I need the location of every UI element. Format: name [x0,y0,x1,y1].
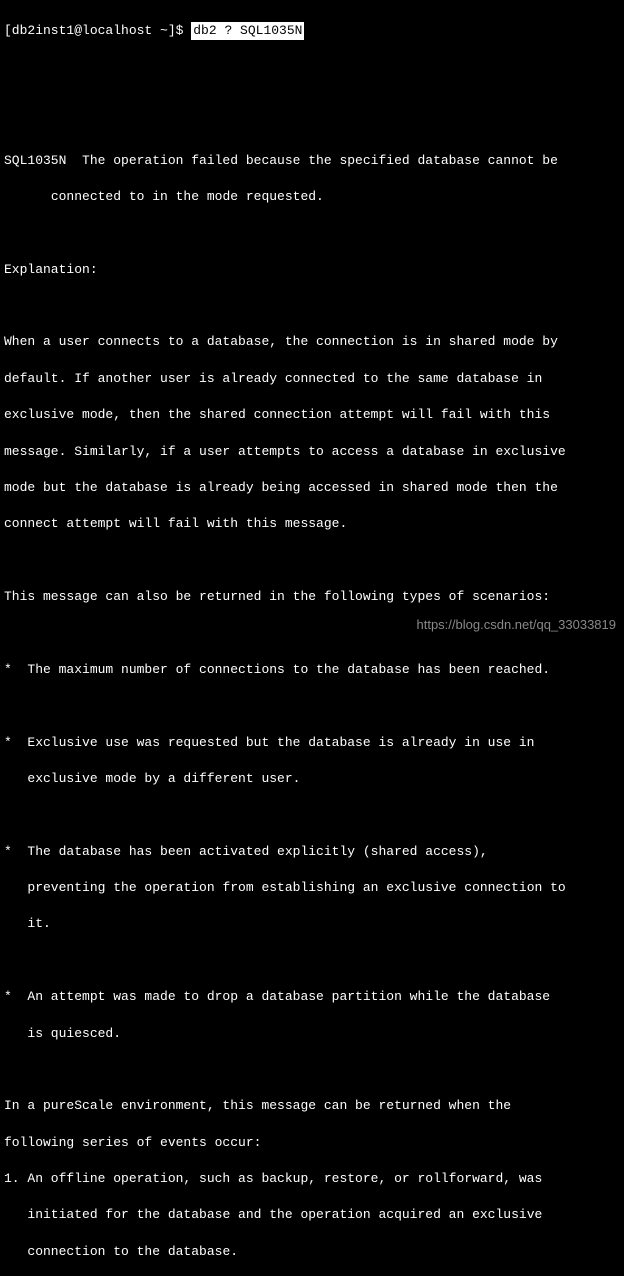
bullet-line: * The database has been activated explic… [4,843,620,861]
bullet-line: preventing the operation from establishi… [4,879,620,897]
paragraph-line: message. Similarly, if a user attempts t… [4,443,620,461]
paragraph-line: When a user connects to a database, the … [4,333,620,351]
bullet-line: * Exclusive use was requested but the da… [4,734,620,752]
blank-line [4,224,620,242]
paragraph-line: default. If another user is already conn… [4,370,620,388]
watermark-text: https://blog.csdn.net/qq_33033819 [417,616,617,634]
error-message-header: SQL1035N The operation failed because th… [4,152,620,170]
error-message-header-cont: connected to in the mode requested. [4,188,620,206]
bullet-line: is quiesced. [4,1025,620,1043]
blank-line [4,115,620,133]
paragraph-line: mode but the database is already being a… [4,479,620,497]
blank-line [4,1061,620,1079]
blank-line [4,552,620,570]
paragraph-line: In a pureScale environment, this message… [4,1097,620,1115]
bullet-line: it. [4,915,620,933]
numbered-line: initiated for the database and the opera… [4,1206,620,1224]
blank-line [4,806,620,824]
command-text: db2 ? SQL1035N [191,22,304,40]
paragraph-line: following series of events occur: [4,1134,620,1152]
bullet-line: * The maximum number of connections to t… [4,661,620,679]
bullet-line: * An attempt was made to drop a database… [4,988,620,1006]
shell-prompt: [db2inst1@localhost ~]$ [4,22,191,40]
numbered-line: connection to the database. [4,1243,620,1261]
bullet-line: exclusive mode by a different user. [4,770,620,788]
output-content: SQL1035N The operation failed because th… [4,61,620,1276]
blank-line [4,697,620,715]
blank-line [4,297,620,315]
numbered-line: 1. An offline operation, such as backup,… [4,1170,620,1188]
command-line: [db2inst1@localhost ~]$ db2 ? SQL1035N [4,22,620,40]
paragraph-line: connect attempt will fail with this mess… [4,515,620,533]
terminal-output[interactable]: [db2inst1@localhost ~]$ db2 ? SQL1035N S… [4,4,620,1276]
explanation-label: Explanation: [4,261,620,279]
paragraph-line: This message can also be returned in the… [4,588,620,606]
blank-line [4,79,620,97]
blank-line [4,952,620,970]
paragraph-line: exclusive mode, then the shared connecti… [4,406,620,424]
